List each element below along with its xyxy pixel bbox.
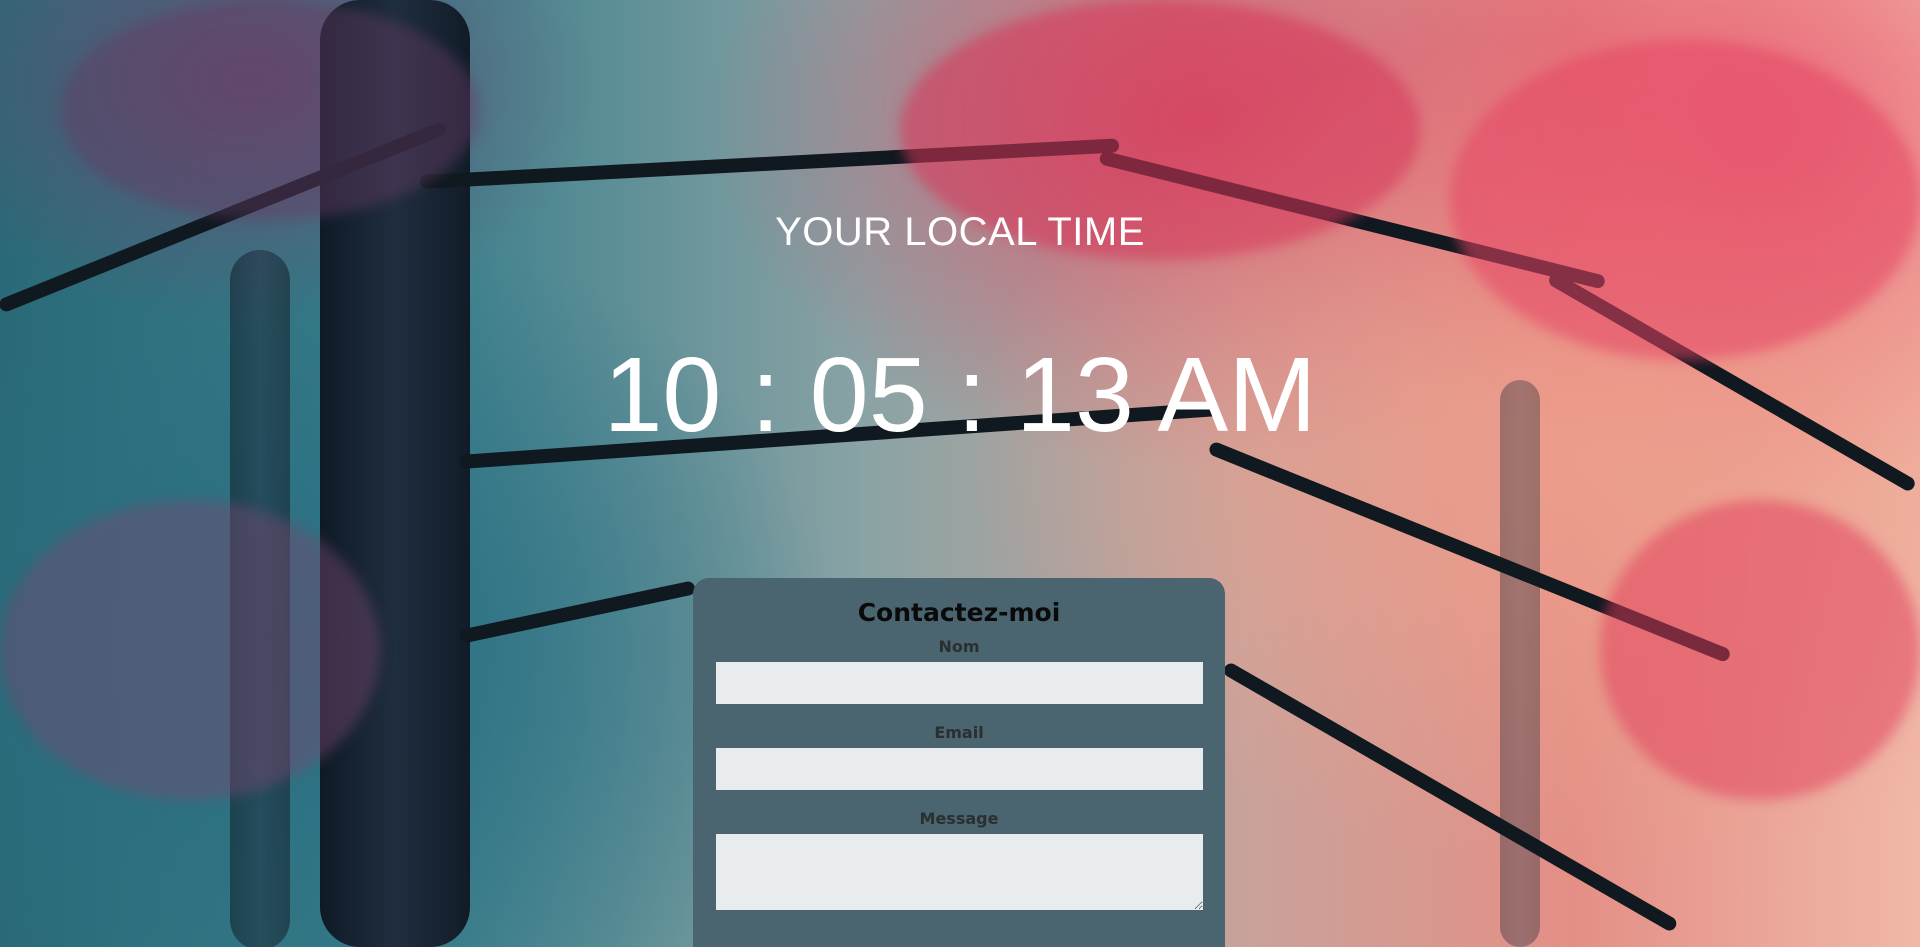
tree-branch bbox=[458, 580, 697, 644]
message-label: Message bbox=[919, 809, 999, 828]
foliage bbox=[1600, 500, 1920, 800]
name-input[interactable] bbox=[715, 662, 1203, 704]
page-title: YOUR LOCAL TIME bbox=[775, 210, 1145, 254]
foliage bbox=[60, 0, 480, 220]
tree-trunk bbox=[1500, 380, 1540, 947]
email-input[interactable] bbox=[715, 748, 1203, 790]
name-label: Nom bbox=[938, 637, 980, 656]
foliage bbox=[1450, 40, 1920, 360]
digital-clock: 10 : 05 : 13 AM bbox=[603, 336, 1317, 454]
contact-form: Contactez-moi Nom Email Message bbox=[693, 578, 1225, 947]
email-label: Email bbox=[934, 723, 984, 742]
foliage bbox=[0, 500, 380, 800]
contact-form-title: Contactez-moi bbox=[857, 598, 1061, 627]
message-textarea[interactable] bbox=[715, 834, 1203, 910]
